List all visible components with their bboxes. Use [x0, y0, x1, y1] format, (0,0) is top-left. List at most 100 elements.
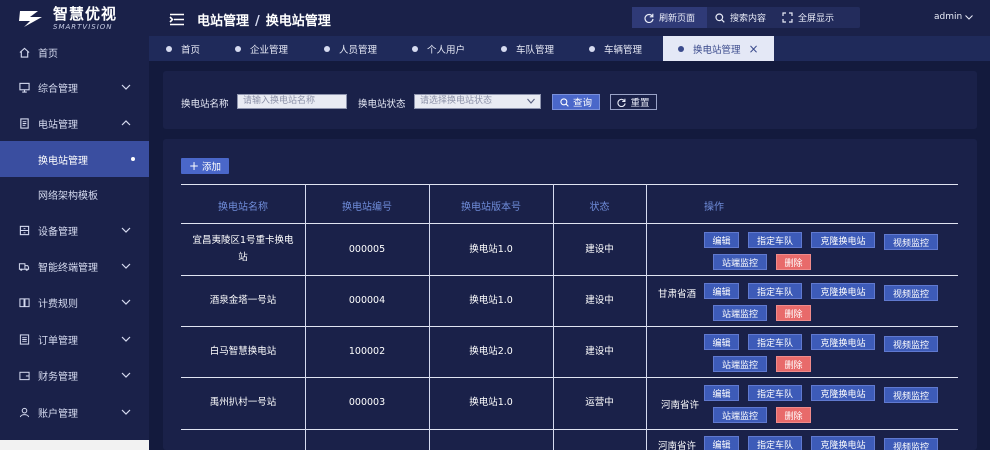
- station-monitor-button[interactable]: 站端监控: [713, 254, 767, 270]
- clone-station-button[interactable]: 克隆换电站: [811, 334, 875, 350]
- menu-item-account[interactable]: 账户管理: [0, 394, 149, 430]
- tab-vehicle[interactable]: 车辆管理: [589, 36, 642, 61]
- menu-item-network-template[interactable]: 网络架构模板: [0, 176, 149, 212]
- menu-item-terminal[interactable]: 智能终端管理: [0, 248, 149, 284]
- menu-item-device[interactable]: 设备管理: [0, 212, 149, 248]
- breadcrumb: 电站管理 / 换电站管理: [197, 10, 331, 29]
- document-icon: [18, 117, 30, 129]
- search-icon: [560, 97, 569, 107]
- delete-button[interactable]: 删除: [776, 407, 811, 423]
- video-monitor-button[interactable]: 视频监控: [884, 438, 938, 450]
- tab-dot-icon: [678, 45, 684, 52]
- breadcrumb-parent[interactable]: 电站管理: [197, 10, 249, 29]
- station-monitor-button[interactable]: 站端监控: [713, 356, 767, 372]
- tab-bar: 首页 企业管理 人员管理 个人用户 车队管理 车辆管理 换电站管理 ×: [149, 36, 990, 61]
- toolbar: 刷新页面 搜索内容 全屏显示: [632, 7, 860, 28]
- chevron-down-icon: [121, 261, 131, 272]
- station-monitor-button[interactable]: 站端监控: [713, 407, 767, 423]
- menu-item-general[interactable]: 综合管理: [0, 69, 149, 105]
- delete-button[interactable]: 删除: [776, 356, 811, 372]
- cell-code: 100002: [348, 346, 386, 357]
- edit-button[interactable]: 编辑: [704, 232, 739, 248]
- edit-button[interactable]: 编辑: [704, 283, 739, 299]
- menu-item-billing[interactable]: 计费规则: [0, 284, 149, 320]
- col-header-code: 换电站编号: [342, 202, 392, 213]
- tab-personnel[interactable]: 人员管理: [324, 36, 377, 61]
- assign-fleet-button[interactable]: 指定车队: [748, 436, 802, 450]
- video-monitor-button[interactable]: 视频监控: [884, 285, 938, 301]
- tab-home[interactable]: 首页: [166, 36, 200, 61]
- tab-swap-station[interactable]: 换电站管理 ×: [663, 36, 774, 61]
- hamburger-menu-icon[interactable]: [169, 11, 185, 30]
- top-bar: 电站管理 / 换电站管理 刷新页面 搜索内容 全屏显示 admin: [149, 0, 990, 36]
- add-button[interactable]: + 添加: [181, 158, 229, 174]
- table-row-divider: [181, 326, 958, 327]
- edit-button[interactable]: 编辑: [704, 436, 739, 450]
- col-header-status: 状态: [589, 202, 610, 213]
- chevron-down-icon: [965, 14, 974, 20]
- book-icon: [18, 296, 30, 308]
- clone-station-button[interactable]: 克隆换电站: [811, 436, 875, 450]
- menu-item-orders[interactable]: 订单管理: [0, 321, 149, 357]
- clone-station-button[interactable]: 克隆换电站: [811, 385, 875, 401]
- video-monitor-button[interactable]: 视频监控: [884, 234, 938, 250]
- menu-label: 首页: [38, 48, 58, 60]
- video-monitor-button[interactable]: 视频监控: [884, 336, 938, 352]
- menu-item-home[interactable]: 首页: [0, 34, 149, 70]
- chevron-down-icon: [121, 334, 131, 345]
- assign-fleet-button[interactable]: 指定车队: [748, 334, 802, 350]
- table-row-divider: [181, 429, 958, 430]
- active-dot-icon: [131, 157, 135, 161]
- menu-item-station[interactable]: 电站管理: [0, 105, 149, 141]
- station-status-select[interactable]: 请选择换电站状态: [414, 94, 541, 109]
- table-top-border: [181, 184, 958, 185]
- cell-code: 000003: [348, 397, 386, 408]
- menu-label: 设备管理: [38, 226, 78, 238]
- station-monitor-button[interactable]: 站端监控: [713, 305, 767, 321]
- wallet-icon: [18, 369, 30, 381]
- user-menu[interactable]: admin: [934, 12, 974, 22]
- menu-item-finance[interactable]: 财务管理: [0, 357, 149, 393]
- tab-fleet[interactable]: 车队管理: [501, 36, 554, 61]
- station-name-placeholder: 请输入换电站名称: [243, 96, 316, 106]
- logo: 智慧优视 SMARTVISION: [0, 0, 149, 38]
- tab-personal-user[interactable]: 个人用户: [412, 36, 465, 61]
- clone-station-button[interactable]: 克隆换电站: [811, 283, 875, 299]
- menu-item-swap-station[interactable]: 换电站管理: [0, 141, 149, 177]
- reset-button[interactable]: 重置: [610, 94, 657, 110]
- edit-button[interactable]: 编辑: [704, 385, 739, 401]
- breadcrumb-current: 换电站管理: [265, 14, 331, 29]
- truck-icon: [18, 260, 30, 272]
- menu-label: 智能终端管理: [38, 262, 98, 274]
- logo-name: 智慧优视: [53, 5, 118, 23]
- edit-button[interactable]: 编辑: [704, 334, 739, 350]
- delete-button[interactable]: 删除: [776, 305, 811, 321]
- tab-label: 车辆管理: [604, 44, 643, 56]
- cell-code: 000005: [348, 244, 386, 255]
- cell-version: 换电站1.0: [469, 244, 513, 255]
- tab-enterprise[interactable]: 企业管理: [235, 36, 288, 61]
- tab-label: 车队管理: [516, 44, 555, 56]
- search-button[interactable]: 搜索内容: [707, 7, 774, 28]
- menu-label: 账户管理: [38, 408, 78, 420]
- fullscreen-button[interactable]: 全屏显示: [774, 7, 842, 28]
- clone-station-button[interactable]: 克隆换电站: [811, 232, 875, 248]
- assign-fleet-button[interactable]: 指定车队: [748, 385, 802, 401]
- tab-dot-icon: [324, 45, 330, 52]
- refresh-icon: [644, 13, 654, 23]
- close-icon[interactable]: ×: [749, 42, 759, 56]
- station-name-input[interactable]: 请输入换电站名称: [237, 94, 347, 109]
- menu-label: 计费规则: [38, 298, 78, 310]
- refresh-button[interactable]: 刷新页面: [632, 7, 708, 28]
- cell-status: 建设中: [585, 346, 614, 357]
- delete-button[interactable]: 删除: [776, 254, 811, 270]
- chevron-down-icon: [121, 225, 131, 236]
- fullscreen-icon: [782, 12, 793, 23]
- chevron-down-icon: [121, 370, 131, 381]
- video-monitor-button[interactable]: 视频监控: [884, 387, 938, 403]
- logo-subtitle: SMARTVISION: [53, 23, 113, 31]
- query-button[interactable]: 查询: [552, 94, 600, 110]
- tab-label: 企业管理: [250, 44, 289, 56]
- assign-fleet-button[interactable]: 指定车队: [748, 283, 802, 299]
- assign-fleet-button[interactable]: 指定车队: [748, 232, 802, 248]
